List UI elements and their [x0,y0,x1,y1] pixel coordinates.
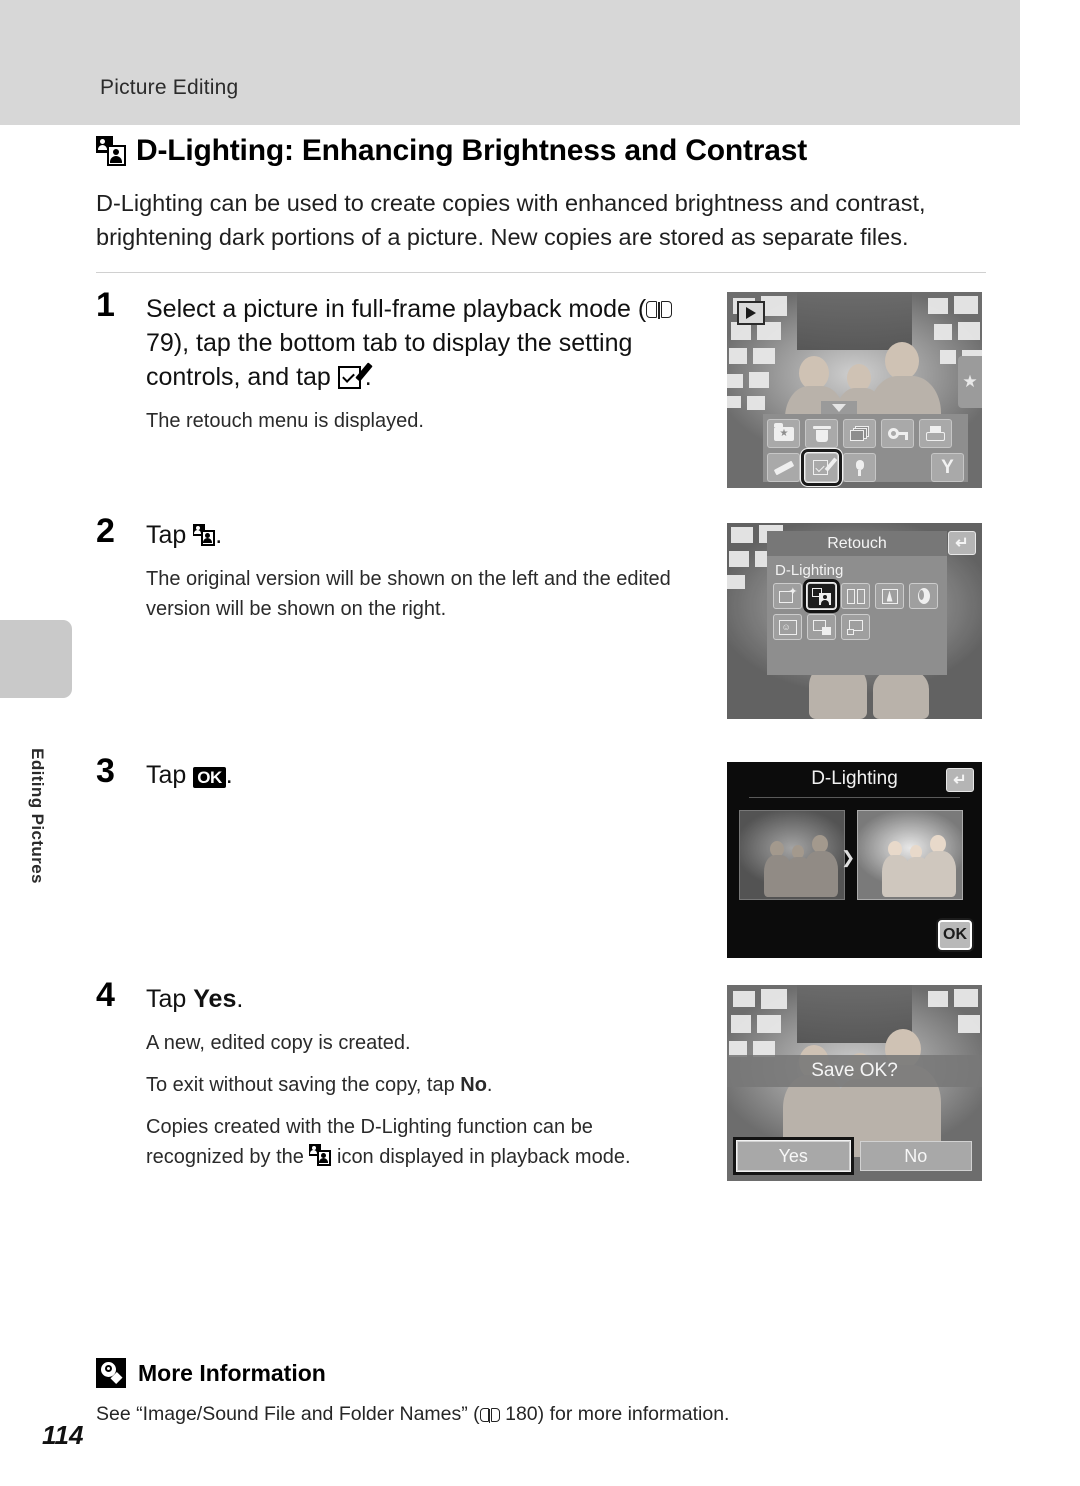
screenshot-step-2: ↵ Retouch D-Lighting ✦ ☺ [727,523,982,719]
toolbar-row-2: Y [767,449,964,486]
d-lighting-icon [309,1144,332,1166]
step-3: 3 Tap OK. [96,752,696,792]
step-4-note-2: To exit without saving the copy, tap No. [146,1070,696,1100]
ok-badge-icon: OK [193,767,226,788]
step-2-head-pre: Tap [146,521,194,549]
preview-original[interactable] [739,810,845,900]
step-2-head-post: . [215,521,223,549]
collapse-tab-arrow[interactable] [821,401,857,415]
step-4-head-bold: Yes [193,985,237,1013]
preview-edited[interactable] [857,810,963,900]
toolbar-row-1: ★ [767,419,964,448]
lightbulb-icon [96,1358,126,1388]
step-4-number: 4 [96,976,115,1014]
book-reference-icon [479,1408,500,1423]
step-4-note-2-pre: To exit without saving the copy, tap [146,1074,461,1096]
more-information-heading: More Information [96,1358,326,1388]
step-2-heading: Tap . [146,518,696,552]
step-4-note-1: A new, edited copy is created. [146,1032,411,1054]
step-2: 2 Tap . The original version will be sho… [96,512,696,624]
title-divider [96,272,986,273]
more-info-page-ref: 180 [505,1403,538,1425]
step-4-head-pre: Tap [146,985,194,1013]
step-3-heading: Tap OK. [146,758,696,792]
screenshot-step-3: D-Lighting ↵ ❯ OK [727,762,982,958]
screenshot-step-1: ★ ★ Y [727,292,982,488]
step-2-number: 2 [96,512,115,550]
retouch-menu: Retouch D-Lighting ✦ ☺ [767,531,947,675]
more-info-post: ) for more information. [537,1403,730,1425]
slideshow-icon[interactable] [843,419,876,448]
back-icon[interactable]: ↵ [946,768,974,792]
crop-icon[interactable] [841,614,870,640]
print-order-icon[interactable] [919,419,952,448]
step-4-note-3-post: icon displayed in playback mode. [331,1146,631,1168]
retouch-icon-button[interactable] [801,449,842,486]
ok-button[interactable]: OK [938,920,972,950]
chapter-tab [0,620,72,698]
step-3-number: 3 [96,752,115,790]
more-information-title: More Information [138,1359,326,1386]
retouch-menu-grid: ✦ ☺ [767,579,947,640]
no-button[interactable]: No [859,1141,972,1171]
step-1-page-ref: 79 [146,329,174,357]
step-4-note-3: Copies created with the D-Lighting funct… [146,1112,696,1172]
quick-retouch-icon[interactable]: ✦ [773,583,802,609]
page-title: D-Lighting: Enhancing Brightness and Con… [96,134,976,168]
more-info-pre: See “Image/Sound File and Folder Names” … [96,1403,480,1425]
d-lighting-icon [193,524,216,546]
filter-effects-icon[interactable] [875,583,904,609]
comparison-arrow: ❯ [841,848,856,867]
page-header-band [0,0,1020,125]
step-3-head-pre: Tap [146,761,194,789]
step-1-head-pre: Select a picture in full-frame playback … [146,295,647,323]
favorites-tab[interactable]: ★ [958,356,982,408]
step-4-note-2-bold: No [460,1074,487,1096]
section-intro: D-Lighting can be used to create copies … [96,190,926,250]
playback-mode-icon [737,301,765,325]
running-title: Picture Editing [100,76,239,99]
skin-softening-icon[interactable] [841,583,870,609]
step-4-heading: Tap Yes. [146,982,696,1016]
step-4-head-post: . [236,985,244,1013]
preview-title: D-Lighting [811,768,898,789]
soft-focus-icon[interactable] [909,583,938,609]
page-number: 114 [42,1420,84,1450]
voice-memo-icon[interactable] [843,453,876,482]
yes-button[interactable]: Yes [733,1137,854,1175]
step-4: 4 Tap Yes. A new, edited copy is created… [96,976,696,1172]
step-1-number: 1 [96,286,115,324]
smart-portrait-icon[interactable]: ☺ [773,614,802,640]
save-prompt: Save OK? [727,1055,982,1087]
setup-wrench-icon[interactable]: Y [931,453,964,482]
page-title-text: D-Lighting: Enhancing Brightness and Con… [136,134,807,167]
book-reference-icon [646,301,673,320]
d-lighting-icon [96,136,126,166]
preview-divider [749,797,960,798]
step-1-note-1: The retouch menu is displayed. [146,410,424,432]
playback-toolbar: ★ Y [763,414,968,486]
retouch-menu-title: Retouch [767,531,947,556]
small-picture-icon[interactable] [807,614,836,640]
retouch-icon [337,362,373,390]
chapter-label: Editing Pictures [28,748,47,884]
step-1-head-mid: ), tap the bottom tab to display the set… [146,329,633,391]
paint-icon[interactable] [767,453,800,482]
back-icon[interactable]: ↵ [948,531,976,555]
step-4-note-2-post: . [486,1074,493,1096]
protect-key-icon[interactable] [881,419,914,448]
step-3-head-post: . [225,761,233,789]
more-information-text: See “Image/Sound File and Folder Names” … [96,1403,976,1426]
step-2-note-1: The original version will be shown on th… [146,568,671,620]
confirm-buttons: Yes No [733,1137,972,1175]
trash-icon[interactable] [805,419,838,448]
favorites-folder-icon[interactable]: ★ [767,419,800,448]
retouch-menu-subtitle: D-Lighting [775,562,844,579]
d-lighting-icon[interactable] [803,579,840,613]
step-1: 1 Select a picture in full-frame playbac… [96,286,696,436]
step-1-heading: Select a picture in full-frame playback … [146,292,696,394]
screenshot-step-4: Save OK? Yes No [727,985,982,1181]
